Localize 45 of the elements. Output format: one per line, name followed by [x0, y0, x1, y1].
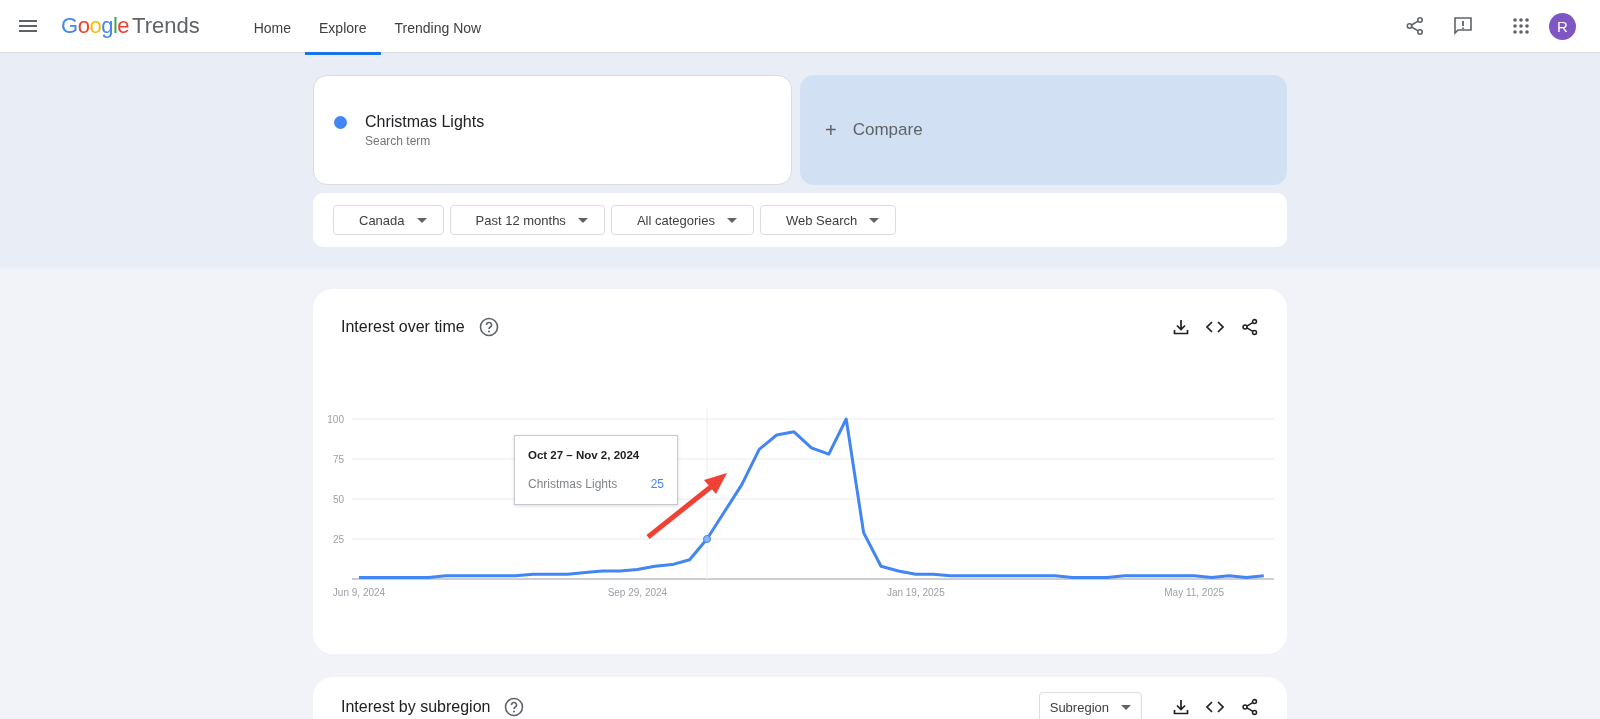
share-icon[interactable] [1241, 318, 1259, 336]
tooltip-date: Oct 27 – Nov 2, 2024 [528, 449, 641, 461]
y-axis-label: 100 [327, 414, 344, 425]
nav-tab[interactable]: Home [239, 3, 306, 55]
search-term: Christmas Lights [365, 112, 485, 131]
hover-point [703, 535, 711, 543]
compare-button[interactable]: + Compare [800, 75, 1287, 185]
caret-icon [869, 217, 880, 223]
caret-icon [726, 217, 737, 223]
filter-dropdown[interactable]: Web Search [759, 205, 897, 235]
search-term-caption: Search term [365, 133, 432, 148]
download-icon[interactable] [1173, 699, 1189, 715]
tooltip-value: 25 [650, 477, 664, 491]
embed-code-icon[interactable] [1206, 701, 1224, 713]
caret-icon [416, 217, 427, 223]
nav-tab[interactable]: Trending Now [380, 3, 496, 55]
apps-grid-icon[interactable] [1513, 18, 1529, 34]
menu-icon[interactable] [19, 20, 37, 32]
logo-product-name: Trends [132, 13, 200, 39]
tooltip-series-name: Christmas Lights [528, 477, 618, 491]
help-icon[interactable] [478, 317, 499, 337]
card-title: Interest by subregion [341, 698, 491, 716]
share-icon[interactable] [1241, 698, 1259, 716]
account-avatar[interactable]: R [1549, 12, 1576, 40]
x-axis-label: Jun 9, 2024 [332, 587, 386, 598]
x-axis-label: Sep 29, 2024 [607, 587, 668, 598]
share-icon[interactable] [1405, 16, 1425, 36]
filter-dropdown[interactable]: All categories [610, 205, 754, 235]
card-title: Interest over time [341, 318, 465, 336]
y-axis-label: 75 [332, 454, 344, 465]
feedback-icon[interactable] [1453, 16, 1473, 36]
y-axis-label: 25 [332, 534, 344, 545]
logo-wordmark[interactable]: Google [61, 13, 129, 39]
help-icon[interactable] [504, 697, 525, 717]
embed-code-icon[interactable] [1206, 321, 1224, 333]
filter-dropdown[interactable]: Canada [333, 205, 444, 235]
filter-dropdown[interactable]: Past 12 months [449, 205, 605, 235]
x-axis-label: May 11, 2025 [1164, 587, 1225, 598]
caret-icon [577, 217, 588, 223]
x-axis-label: Jan 19, 2025 [886, 587, 945, 598]
search-term-card[interactable]: Christmas Lights Search term [313, 75, 792, 185]
download-icon[interactable] [1173, 319, 1189, 335]
caret-icon [1121, 704, 1131, 710]
subregion-dropdown[interactable]: Subregion [1038, 692, 1142, 719]
y-axis-label: 50 [332, 494, 344, 505]
